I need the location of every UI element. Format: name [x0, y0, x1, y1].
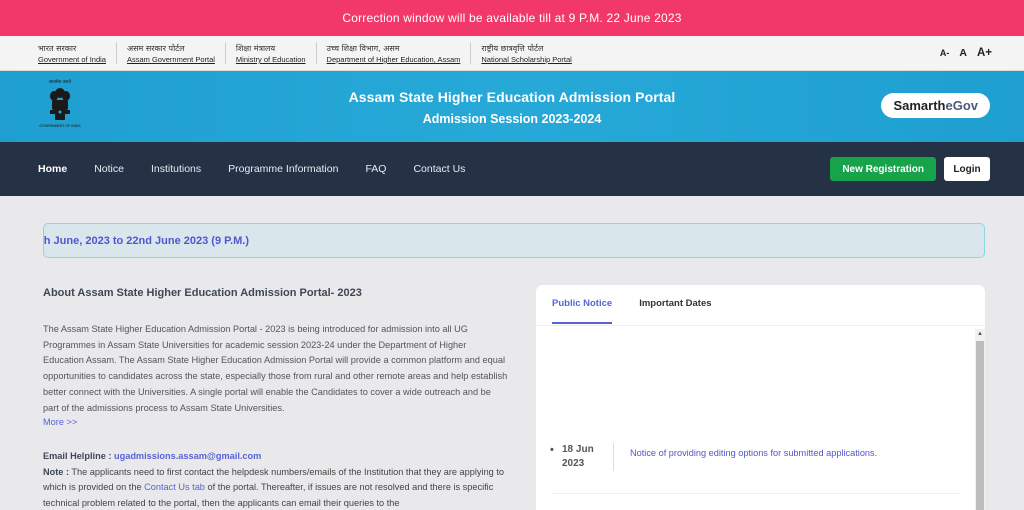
- logo-egov-text: eGov: [945, 98, 978, 113]
- gov-link-english: National Scholarship Portal: [481, 55, 572, 64]
- gov-link-scholarship[interactable]: राष्ट्रीय छात्रवृत्ति पोर्टल National Sc…: [481, 41, 571, 65]
- gov-link-hindi: उच्च शिक्षा विभाग, असम: [326, 44, 400, 53]
- bullet-icon: •: [550, 444, 554, 456]
- divider: [115, 42, 117, 64]
- notice-item: • 18 Jun 2023 Notice of providing editin…: [550, 443, 877, 471]
- portal-header: सत्यमेव जयते GOVERNMENT OF INDIA Assam S…: [0, 71, 1024, 142]
- notice-panel: Public Notice Important Dates • 18 Jun 2…: [536, 285, 985, 510]
- gov-link-hindi: भारत सरकार: [38, 44, 77, 53]
- announcement-text: Correction window will be available till…: [342, 11, 682, 25]
- divider: [552, 493, 961, 494]
- divider: [470, 42, 472, 64]
- portal-title: Assam State Higher Education Admission P…: [348, 89, 676, 105]
- nav-contact-us[interactable]: Contact Us: [413, 163, 465, 175]
- scrolling-notice: 0th June, 2023 to 22nd June 2023 (9 P.M.…: [43, 223, 985, 258]
- tab-public-notice[interactable]: Public Notice: [552, 298, 613, 324]
- notice-date: • 18 Jun 2023: [550, 443, 614, 471]
- more-link[interactable]: More >>: [43, 417, 508, 427]
- nav-faq[interactable]: FAQ: [365, 163, 386, 175]
- gov-link-higher-education[interactable]: उच्च शिक्षा विभाग, असम Department of Hig…: [327, 41, 461, 65]
- tab-important-dates[interactable]: Important Dates: [639, 298, 711, 324]
- about-description: The Assam State Higher Education Admissi…: [43, 324, 508, 413]
- gov-link-india[interactable]: भारत सरकार Government of India: [38, 41, 106, 65]
- about-section: About Assam State Higher Education Admis…: [43, 287, 508, 510]
- announcement-banner: Correction window will be available till…: [0, 0, 1024, 36]
- gov-link-assam[interactable]: असम सरकार पोर्टल Assam Government Portal: [127, 41, 215, 65]
- divider: [536, 325, 985, 326]
- scrolling-notice-text: 0th June, 2023 to 22nd June 2023 (9 P.M.…: [43, 234, 249, 247]
- gov-link-english: Department of Higher Education, Assam: [326, 55, 461, 64]
- admission-session: Admission Session 2023-2024: [422, 112, 602, 126]
- scroll-up-icon[interactable]: ▲: [977, 331, 983, 337]
- font-normal-button[interactable]: A: [959, 47, 967, 59]
- nav-notice[interactable]: Notice: [94, 163, 124, 175]
- nav-home[interactable]: Home: [38, 163, 67, 175]
- gov-link-english: Assam Government Portal: [126, 55, 215, 64]
- gov-link-hindi: राष्ट्रीय छात्रवृत्ति पोर्टल: [481, 44, 544, 53]
- note-label: Note :: [43, 466, 70, 477]
- font-size-controls: A- A A+: [940, 47, 992, 59]
- gov-link-english: Government of India: [38, 55, 106, 64]
- font-decrease-button[interactable]: A-: [940, 48, 950, 58]
- notice-year: 2023: [562, 458, 585, 469]
- notice-link[interactable]: Notice of providing editing options for …: [630, 443, 877, 471]
- font-increase-button[interactable]: A+: [977, 47, 992, 59]
- contact-us-tab-link[interactable]: Contact Us tab: [144, 482, 205, 492]
- gov-link-education[interactable]: शिक्षा मंत्रालय Ministry of Education: [236, 41, 306, 65]
- nav-programme-information[interactable]: Programme Information: [228, 163, 338, 175]
- government-links-bar: भारत सरकार Government of India असम सरकार…: [0, 36, 1024, 71]
- login-button[interactable]: Login: [944, 157, 990, 181]
- helpline-label: Email Helpline :: [43, 451, 112, 462]
- main-navigation: Home Notice Institutions Programme Infor…: [0, 142, 1024, 196]
- emblem-motto: सत्यमेव जयते: [48, 80, 72, 85]
- national-emblem: सत्यमेव जयते GOVERNMENT OF INDIA: [36, 79, 84, 135]
- new-registration-button[interactable]: New Registration: [830, 157, 936, 181]
- samarth-egov-logo[interactable]: Samarth eGov: [881, 93, 990, 118]
- divider: [315, 42, 317, 64]
- helpline-email-link[interactable]: ugadmissions.assam@gmail.com: [114, 451, 261, 461]
- helpline-info: Email Helpline : ugadmissions.assam@gmai…: [43, 449, 508, 510]
- divider: [224, 42, 226, 64]
- about-title: About Assam State Higher Education Admis…: [43, 287, 362, 299]
- notice-day: 18 Jun: [562, 444, 594, 455]
- notice-scrollbar[interactable]: ▲: [975, 329, 985, 510]
- notice-tabs: Public Notice Important Dates: [552, 298, 712, 324]
- gov-link-hindi: असम सरकार पोर्टल: [126, 44, 185, 53]
- gov-link-english: Ministry of Education: [235, 55, 306, 64]
- nav-institutions[interactable]: Institutions: [151, 163, 201, 175]
- scrollbar-thumb[interactable]: [976, 341, 984, 510]
- logo-samarth-text: Samarth: [893, 98, 946, 113]
- gov-link-hindi: शिक्षा मंत्रालय: [235, 44, 276, 53]
